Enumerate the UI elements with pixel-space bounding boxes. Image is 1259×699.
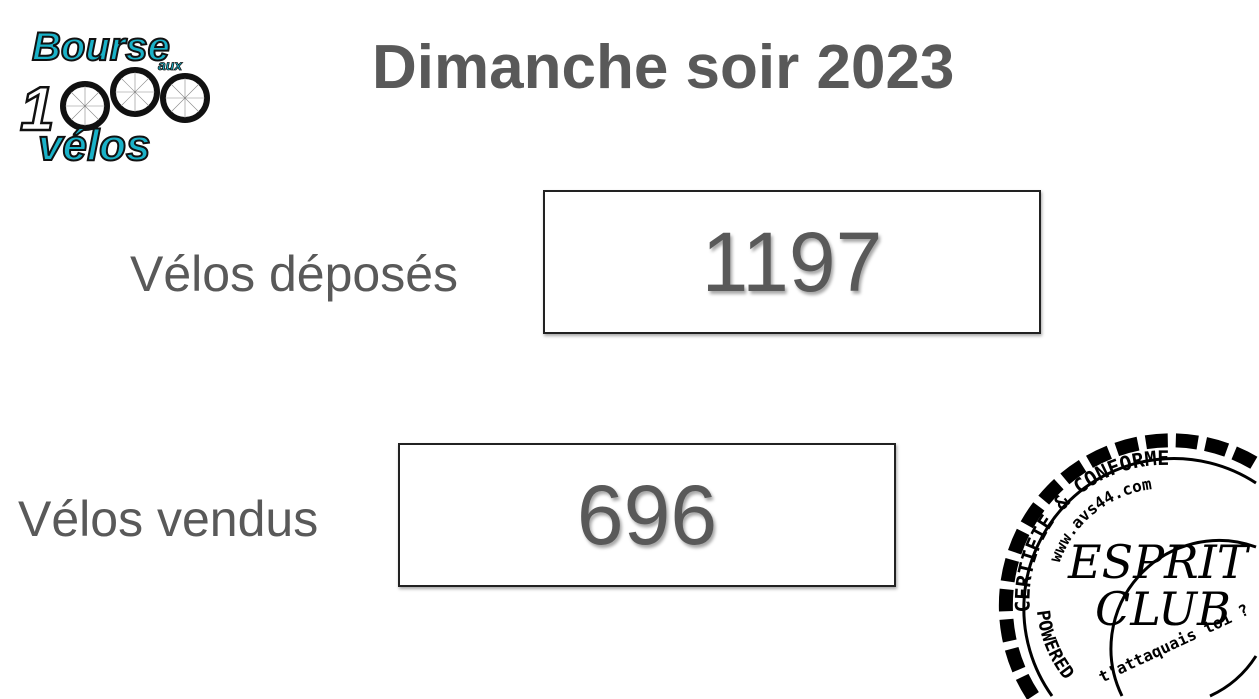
svg-text:aux: aux [158, 57, 183, 73]
svg-text:vélos: vélos [38, 121, 151, 170]
deposited-count-box: 1197 [543, 190, 1041, 334]
sold-count: 696 [576, 467, 718, 562]
page-title: Dimanche soir 2023 [372, 33, 955, 102]
sold-count-box: 696 [398, 443, 896, 587]
svg-text:CLUB: CLUB [1095, 582, 1231, 636]
svg-text:ESPRIT: ESPRIT [1067, 535, 1251, 589]
esprit-club-stamp: CERTIFIÉ & CONFORME www.avs44.com POWERE… [990, 420, 1259, 699]
deposited-count: 1197 [701, 214, 883, 309]
svg-text:Bourse: Bourse [32, 25, 170, 69]
deposited-label: Vélos déposés [130, 246, 459, 302]
bourse-aux-1000-velos-logo: Bourse aux 1 vélos [19, 24, 210, 170]
sold-label: Vélos vendus [18, 491, 319, 547]
